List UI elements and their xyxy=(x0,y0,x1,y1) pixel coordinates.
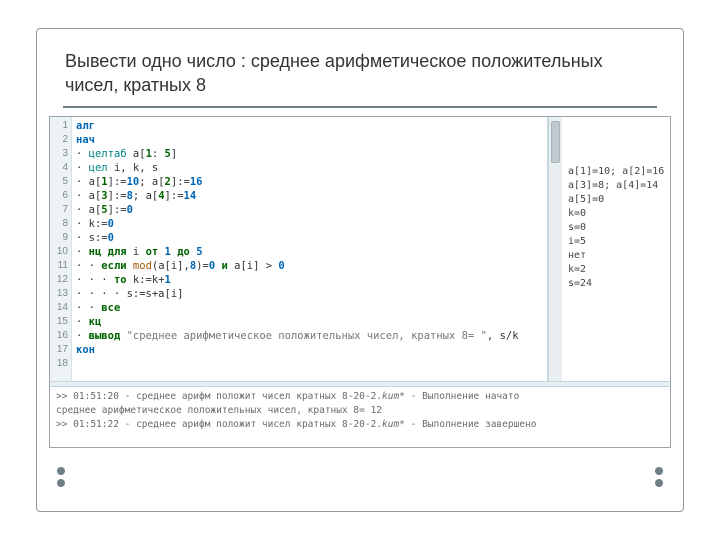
ide-window: 123456789101112131415161718 алгнач· целт… xyxy=(49,116,671,448)
output-console[interactable]: >> 01:51:20 - среднее арифм положит чисе… xyxy=(50,387,670,447)
decor-dots-right xyxy=(655,463,663,491)
console-line: >> 01:51:20 - среднее арифм положит чисе… xyxy=(56,390,664,404)
page-title: Вывести одно число : среднее арифметичес… xyxy=(65,49,655,98)
console-line: >> 01:51:22 - среднее арифм положит чисе… xyxy=(56,418,664,432)
line-number-gutter: 123456789101112131415161718 xyxy=(50,117,72,381)
decor-dots-left xyxy=(57,463,65,491)
slide-frame: Вывести одно число : среднее арифметичес… xyxy=(36,28,684,512)
code-editor[interactable]: 123456789101112131415161718 алгнач· целт… xyxy=(50,117,548,381)
variables-panel: a[1]=10; a[2]=16 a[3]=8; a[4]=14 a[5]=0 … xyxy=(562,117,670,381)
code-area[interactable]: алгнач· целтаб a[1: 5]· цел i, k, s· a[1… xyxy=(72,117,547,381)
title-box: Вывести одно число : среднее арифметичес… xyxy=(63,45,657,108)
ide-top-pane: 123456789101112131415161718 алгнач· целт… xyxy=(50,117,670,381)
scrollbar-thumb[interactable] xyxy=(551,121,560,163)
console-line: среднее арифметическое положительных чис… xyxy=(56,404,664,418)
vertical-scrollbar[interactable] xyxy=(548,117,562,381)
